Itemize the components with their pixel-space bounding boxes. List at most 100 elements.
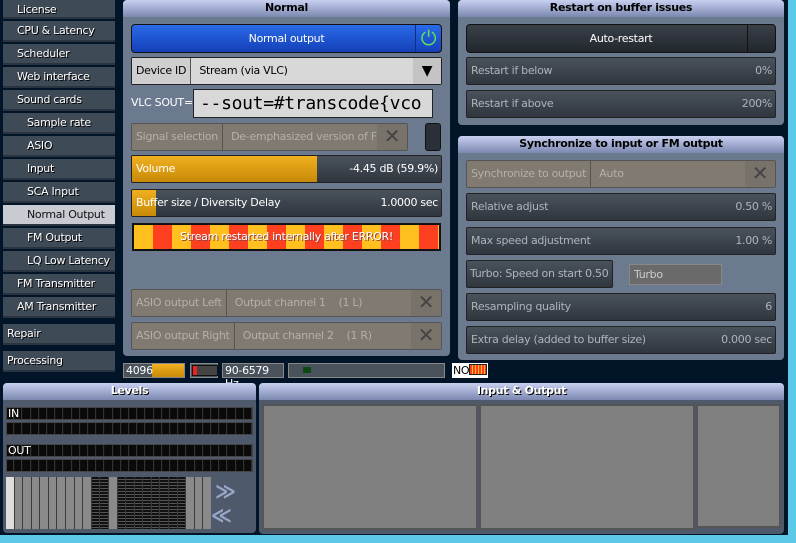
meter-segment [228,423,236,434]
close-icon[interactable]: ✕ [377,124,407,150]
back-arrows-icon[interactable]: ≪ [211,503,232,527]
meter-segment [179,445,187,456]
sidebar-item[interactable]: SCA Input [3,182,115,203]
band-meter [203,477,211,529]
window-edge [788,0,796,543]
device-id-select[interactable]: Device ID Stream (via VLC) ▼ [131,57,442,85]
out-meter: OUT [6,444,253,472]
turbo-button[interactable]: Turbo [629,264,722,285]
band-meter [108,477,117,529]
meter-segment [64,445,72,456]
sync-output-select[interactable]: Synchronize to output Auto ✕ [466,160,776,188]
band-meter [151,477,160,529]
sidebar-item[interactable]: Repair [3,324,115,345]
toggle-switch[interactable] [425,123,441,151]
band-meter [57,477,66,529]
sidebar-item[interactable]: Processing [3,351,115,372]
meter-segment [113,445,121,456]
meter-segment [171,408,179,419]
meter-segment [244,445,253,456]
band-meter [117,477,126,529]
buffer-value: 1.0000 sec [380,196,438,209]
close-icon[interactable]: ✕ [411,290,441,316]
asio-output-right[interactable]: ASIO output Right Output channel 2 (1 R)… [131,322,442,350]
toggle-indicator [747,25,775,52]
signal-label: Signal selection [132,124,223,150]
sidebar-item[interactable]: FM Transmitter [3,274,115,295]
meter-segment [228,445,236,456]
restart-panel: Restart on buffer issues Auto-restart Re… [458,0,784,125]
device-value: Stream (via VLC) [199,64,288,77]
no-status: NO [452,363,489,378]
band-meter [6,477,14,529]
meter-segment [39,408,48,419]
sidebar-item[interactable]: Normal Output [3,205,115,226]
restart-above-slider[interactable]: Restart if above 200% [466,90,776,118]
sidebar-item[interactable]: Scheduler [3,44,115,65]
meter-segment [31,460,39,471]
label: Resampling quality [471,300,571,313]
meter-segment [236,408,244,419]
meter-segment [138,460,146,471]
volume-slider[interactable]: Volume -4.45 dB (59.9%) [131,155,442,183]
sidebar-item[interactable]: Web interface [3,67,115,88]
meter-segment [72,408,80,419]
sidebar-item[interactable]: AM Transmitter [3,297,115,318]
meter-segment [39,423,48,434]
sidebar-item[interactable]: Sample rate [3,113,115,134]
forward-arrows-icon[interactable]: ≫ [215,479,236,503]
band-meter [177,477,186,529]
sidebar-item[interactable]: Input [3,159,115,180]
volume-label: Volume [136,162,176,175]
band-meter [186,477,194,529]
sidebar-item[interactable]: License [3,0,115,19]
power-icon[interactable]: ⏻ [415,25,441,52]
band-meter [31,477,40,529]
sout-input[interactable]: --sout=#transcode{vco [193,89,433,118]
close-icon[interactable]: ✕ [411,323,441,349]
meter-segment [23,423,31,434]
meter-segment [15,423,23,434]
extra-delay-slider[interactable]: Extra delay (added to buffer size) 0.000 … [466,326,776,354]
sidebar-item[interactable]: Sound cards [3,90,115,111]
meter-segment [203,423,212,434]
auto-restart-button[interactable]: Auto-restart [466,24,776,53]
meter-segment [244,460,253,471]
sidebar-item[interactable]: ASIO [3,136,115,157]
in-meter-left [6,407,253,420]
meter-segment [113,460,121,471]
signal-selection[interactable]: Signal selection De-emphasized version o… [131,123,408,151]
meter-segment [130,460,138,471]
meter-segment [162,460,171,471]
restart-below-slider[interactable]: Restart if below 0% [466,57,776,85]
frequency-status: 90-6579 Hz [222,363,284,390]
in-meter-right [6,422,253,435]
band-meter [134,477,143,529]
close-icon[interactable]: ✕ [745,161,775,187]
sidebar-item[interactable]: CPU & Latency [3,21,115,42]
chevron-down-icon[interactable]: ▼ [413,58,441,84]
meter-segment [7,460,15,471]
in-label: IN [8,407,19,420]
button-label: Auto-restart [589,32,653,45]
turbo-speed-slider[interactable]: Turbo: Speed on start 0.50 % [466,260,613,306]
meter-segment [105,445,113,456]
relative-adjust-slider[interactable]: Relative adjust 0.50 % [466,193,776,221]
meter-segment [56,460,64,471]
sidebar-item[interactable]: FM Output [3,228,115,249]
volume-value: -4.45 dB (59.9%) [349,162,438,175]
meter-segment [97,460,105,471]
max-speed-slider[interactable]: Max speed adjustment 1.00 % [466,227,776,255]
out-meter-left [6,444,253,457]
normal-output-button[interactable]: Normal output ⏻ [131,24,442,53]
meter-segment [203,445,212,456]
side-display [696,404,781,528]
meter-segment [236,460,244,471]
meter-segment [212,445,220,456]
meter-segment [48,423,56,434]
asio-left-label: ASIO output Left [132,290,227,316]
buffer-slider[interactable]: Buffer size / Diversity Delay 1.0000 sec [131,189,442,217]
resampling-quality-slider[interactable]: Resampling quality 6 [466,293,776,321]
sidebar-item[interactable]: LQ Low Latency [3,251,115,272]
asio-output-left[interactable]: ASIO output Left Output channel 1 (1 L) … [131,289,442,317]
